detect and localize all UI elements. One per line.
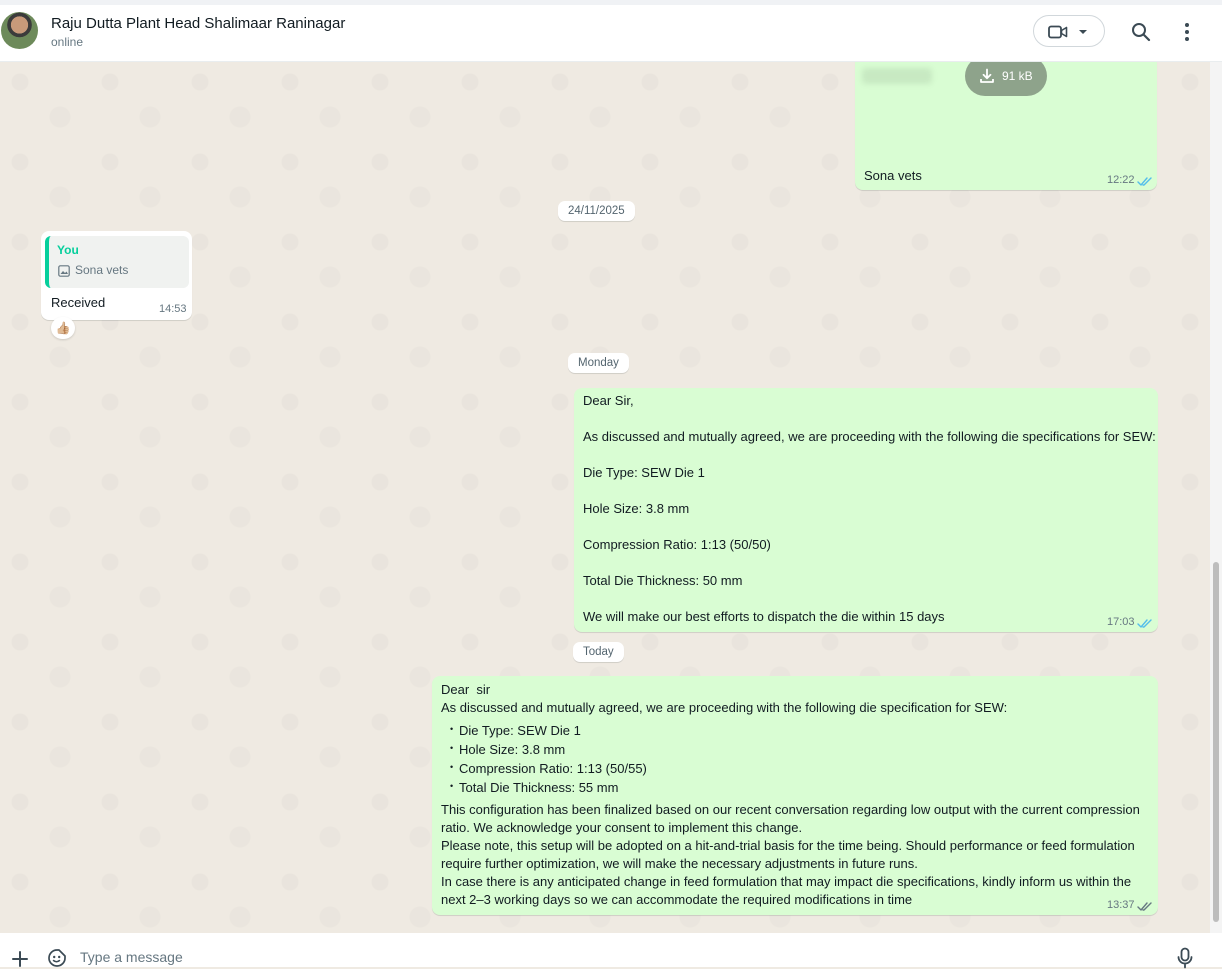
- message-input[interactable]: [78, 945, 1142, 969]
- blurred-preview: [862, 68, 932, 84]
- more-options-icon[interactable]: [1176, 21, 1198, 43]
- message-composer[interactable]: [0, 933, 1222, 969]
- chat-panel[interactable]: 91 kB Sona vets 12:22 24/11/2025 You Son…: [0, 62, 1210, 933]
- date-separator: Today: [573, 642, 624, 662]
- message-time: 14:53: [159, 303, 187, 315]
- file-caption: Sona vets: [864, 168, 922, 183]
- chat-scrollbar[interactable]: [1210, 62, 1222, 933]
- message-body-line: Please note, this setup will be adopted …: [441, 838, 1135, 853]
- image-icon: [58, 265, 70, 277]
- message-line: Dear Sir,: [583, 393, 634, 408]
- bullet-item: Compression Ratio: 1:13 (50/55): [459, 761, 647, 776]
- chevron-down-icon: [1079, 30, 1087, 34]
- chat-header[interactable]: Raju Dutta Plant Head Shalimaar Raninaga…: [0, 5, 1222, 62]
- bullet: •: [450, 762, 454, 772]
- reply-text: Received: [51, 295, 106, 310]
- message-greeting: Dear sir: [441, 682, 491, 697]
- message-body-line: ratio. We acknowledge your consent to im…: [441, 820, 803, 835]
- contact-name[interactable]: Raju Dutta Plant Head Shalimaar Raninaga…: [51, 15, 345, 32]
- message-time: 13:37: [1107, 899, 1135, 911]
- download-icon: [980, 68, 994, 83]
- sticker-icon[interactable]: [47, 948, 67, 968]
- message-body-line: This configuration has been finalized ba…: [441, 802, 1140, 817]
- message-line: Die Type: SEW Die 1: [583, 465, 705, 480]
- message-line: Compression Ratio: 1:13 (50/50): [583, 537, 771, 552]
- quote-author: You: [57, 243, 79, 257]
- double-check-icon: [1137, 619, 1152, 628]
- bullet-item: Hole Size: 3.8 mm: [459, 742, 566, 757]
- message-time: 17:03: [1107, 616, 1135, 628]
- message-intro: As discussed and mutually agreed, we are…: [441, 700, 1008, 715]
- bullet: •: [450, 724, 454, 734]
- contact-status: online: [51, 35, 84, 49]
- message-body-line: next 2–3 working days so we can accommod…: [441, 892, 913, 907]
- date-separator: 24/11/2025: [558, 201, 635, 221]
- bullet: •: [450, 781, 454, 791]
- date-separator: Monday: [568, 353, 629, 373]
- avatar[interactable]: [1, 12, 38, 49]
- reaction-badge[interactable]: 👍🏼: [51, 317, 75, 339]
- quoted-message[interactable]: You Sona vets: [45, 236, 189, 288]
- quote-text: Sona vets: [75, 263, 129, 277]
- bullet-item: Total Die Thickness: 55 mm: [459, 780, 619, 795]
- mic-icon[interactable]: [1176, 947, 1194, 969]
- message-body-line: require further optimization, we will ma…: [441, 856, 918, 871]
- bullet-item: Die Type: SEW Die 1: [459, 723, 581, 738]
- video-call-button[interactable]: [1033, 15, 1105, 47]
- message-time: 12:22: [1107, 174, 1135, 186]
- file-size: 91 kB: [1002, 69, 1033, 83]
- message-body-line: In case there is any anticipated change …: [441, 874, 1132, 889]
- double-check-icon: [1137, 902, 1152, 911]
- video-call-icon: [1048, 25, 1068, 39]
- message-line: We will make our best efforts to dispatc…: [583, 609, 945, 624]
- message-line: Hole Size: 3.8 mm: [583, 501, 690, 516]
- download-button[interactable]: 91 kB: [965, 62, 1047, 96]
- plus-icon[interactable]: [11, 950, 29, 968]
- message-line: As discussed and mutually agreed, we are…: [583, 429, 1156, 444]
- scrollbar-thumb[interactable]: [1213, 562, 1219, 922]
- search-icon[interactable]: [1130, 21, 1152, 43]
- double-check-icon: [1137, 177, 1152, 186]
- bullet: •: [450, 743, 454, 753]
- message-line: Total Die Thickness: 50 mm: [583, 573, 743, 588]
